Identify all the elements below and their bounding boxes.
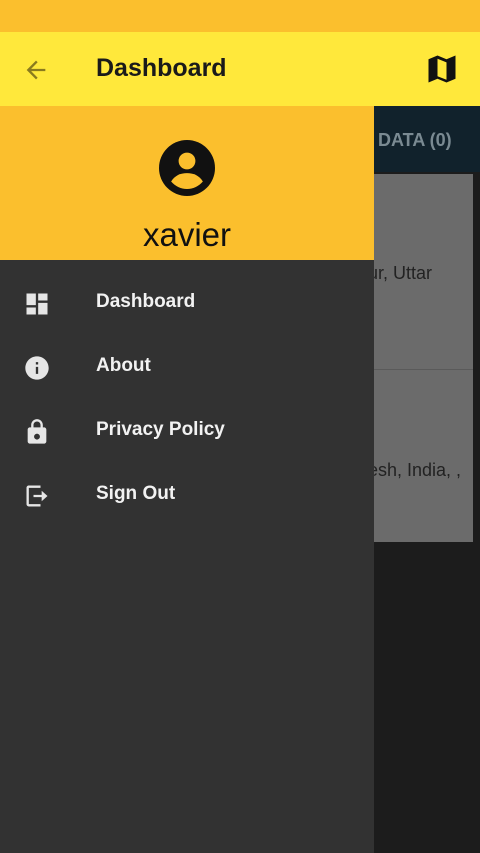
- page-title: Dashboard: [96, 54, 227, 82]
- card-divider: [373, 369, 473, 370]
- drawer-item-label: Privacy Policy: [96, 419, 225, 440]
- info-icon: [22, 353, 52, 383]
- sign-out-icon: [22, 481, 52, 511]
- arrow-back-icon: [26, 60, 46, 80]
- drawer-item-label: Sign Out: [96, 483, 176, 504]
- username: xavier: [142, 216, 232, 253]
- tab-data[interactable]: DATA (0): [378, 130, 452, 151]
- drawer-item-label: Dashboard: [96, 291, 196, 312]
- drawer-item-privacy-policy[interactable]: Privacy Policy: [0, 399, 374, 463]
- drawer-item-label: About: [96, 355, 151, 376]
- dashboard-icon: [22, 289, 52, 319]
- drawer-item-sign-out[interactable]: Sign Out: [0, 463, 374, 527]
- app-bar: Dashboard: [0, 32, 480, 106]
- map-icon: [428, 55, 456, 83]
- account-circle-icon: [159, 140, 215, 196]
- lock-icon: [22, 417, 52, 447]
- map-button[interactable]: [420, 48, 464, 90]
- background-card: [373, 174, 473, 542]
- drawer-item-dashboard[interactable]: Dashboard: [0, 271, 374, 335]
- status-bar: [0, 0, 480, 32]
- card-location-text: ur, Uttar: [368, 263, 433, 283]
- navigation-drawer: xavier Dashboard About Privacy Policy Si…: [0, 106, 374, 853]
- drawer-header: xavier: [0, 106, 374, 260]
- card-location-text: esh, India, ,: [368, 460, 462, 480]
- drawer-item-about[interactable]: About: [0, 335, 374, 399]
- back-button[interactable]: [18, 52, 54, 88]
